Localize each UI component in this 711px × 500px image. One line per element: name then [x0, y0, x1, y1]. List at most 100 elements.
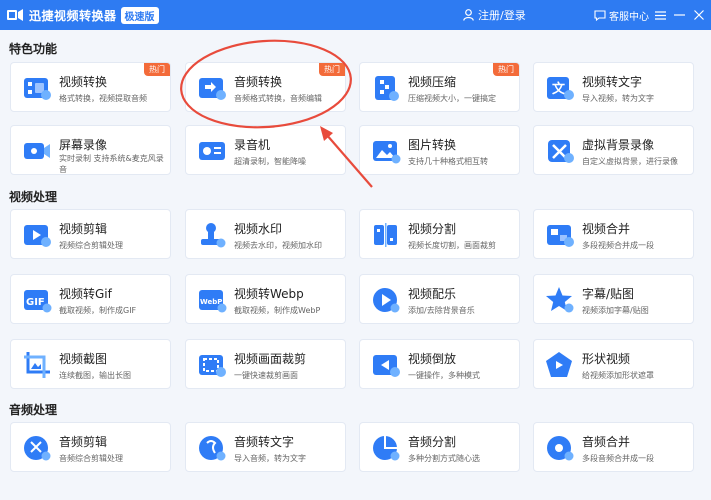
- card-virtual-bg[interactable]: 虚拟背景录像 自定义虚拟背景，进行录像: [533, 125, 694, 175]
- user-icon: [463, 9, 474, 21]
- hot-badge: 热门: [144, 63, 170, 76]
- card-desc: 截取视频，制作成WebP: [234, 306, 321, 315]
- card-desc: 多段视频合并成一段: [582, 241, 654, 250]
- crop-icon: [199, 355, 226, 377]
- card-crop[interactable]: 视频画面裁剪 一键快速裁剪画面: [185, 339, 346, 389]
- section-title-video: 视频处理: [9, 190, 58, 204]
- card-video-compress[interactable]: 视频压缩 压缩视频大小，一键搞定 热门: [359, 62, 520, 112]
- video-convert-icon: [24, 78, 51, 100]
- card-desc: 添加/去除背景音乐: [408, 306, 475, 315]
- card-desc: 格式转换，视频提取音频: [59, 94, 147, 103]
- video-to-text-icon: 文: [547, 77, 574, 100]
- title-bar: 迅捷视频转换器 极速版 注册/登录 客服中心: [0, 0, 711, 30]
- service-center-button[interactable]: 客服中心: [594, 0, 649, 30]
- card-name: 形状视频: [582, 352, 631, 366]
- close-icon: [694, 10, 704, 20]
- card-audio-convert[interactable]: 音频转换 音频格式转换，音频编辑 热门: [185, 62, 346, 112]
- screen-record-icon: [24, 143, 50, 159]
- card-audio-merge[interactable]: 音频合并 多段音频合并成一段: [533, 422, 694, 472]
- card-name: 视频配乐: [408, 287, 457, 301]
- card-video-to-text[interactable]: 文 视频转文字 导入视频，转为文字: [533, 62, 694, 112]
- menu-icon: [654, 10, 666, 20]
- recorder-icon: [199, 142, 225, 160]
- card-name: 视频转Webp: [234, 287, 304, 301]
- card-desc: 音频综合剪辑处理: [59, 454, 123, 463]
- card-video-edit[interactable]: 视频剪辑 视频综合剪辑处理: [10, 209, 171, 259]
- audio-merge-icon: [547, 436, 574, 461]
- card-desc: 音频格式转换，音频编辑: [234, 94, 322, 103]
- card-desc: 视频去水印，视频加水印: [234, 241, 322, 250]
- card-image-convert[interactable]: 图片转换 支持几十种格式相互转: [359, 125, 520, 175]
- card-webp[interactable]: WebP 视频转Webp 截取视频，制作成WebP: [185, 274, 346, 324]
- card-name: 音频转换: [234, 75, 283, 89]
- card-subtitle[interactable]: 字幕/贴图 视频添加字幕/贴图: [533, 274, 694, 324]
- star-icon: [546, 287, 574, 313]
- card-name: 音频剪辑: [59, 435, 108, 449]
- card-video-convert[interactable]: 视频转换 格式转换，视频提取音频 热门: [10, 62, 171, 112]
- card-reverse[interactable]: 视频倒放 一键操作，多种模式: [359, 339, 520, 389]
- card-gif[interactable]: GIF 视频转Gif 截取视频，制作成GIF: [10, 274, 171, 324]
- card-desc: 视频添加字幕/贴图: [582, 306, 649, 315]
- card-name: 视频压缩: [408, 75, 457, 89]
- card-desc: 支持几十种格式相互转: [408, 157, 488, 166]
- login-label: 注册/登录: [478, 9, 526, 22]
- card-name: 视频截图: [59, 352, 108, 366]
- card-audio-to-text[interactable]: 音频转文字 导入音频，转为文字: [185, 422, 346, 472]
- card-desc: 一键操作，多种模式: [408, 371, 480, 380]
- card-desc: 多种分割方式随心选: [408, 454, 480, 463]
- card-desc: 多段音频合并成一段: [582, 454, 654, 463]
- watermark-icon: [201, 223, 226, 248]
- card-screen-record[interactable]: 屏幕录像 实时录制 支持系统&麦克风录音: [10, 125, 171, 175]
- card-desc: 给视频添加形状遮罩: [582, 371, 654, 380]
- reverse-icon: [373, 355, 400, 377]
- card-desc: 视频长度切割，画面裁剪: [408, 241, 496, 250]
- card-desc: 超清录制，智能降噪: [234, 157, 306, 166]
- video-merge-icon: [547, 225, 574, 247]
- svg-text:文: 文: [552, 81, 566, 97]
- edition-badge: 极速版: [120, 6, 159, 24]
- card-name: 虚拟背景录像: [582, 138, 655, 152]
- image-convert-icon: [373, 141, 401, 164]
- virtual-bg-icon: [548, 140, 574, 163]
- card-name: 视频水印: [234, 222, 283, 236]
- card-name: 音频合并: [582, 435, 631, 449]
- section-title-audio: 音频处理: [9, 403, 58, 417]
- audio-to-text-icon: [199, 436, 226, 461]
- login-button[interactable]: 注册/登录: [463, 0, 526, 30]
- hot-badge: 热门: [319, 63, 345, 76]
- audio-edit-icon: [24, 436, 51, 461]
- screenshot-icon: [24, 352, 50, 378]
- card-name: 视频剪辑: [59, 222, 108, 236]
- card-audio-split[interactable]: 音频分割 多种分割方式随心选: [359, 422, 520, 472]
- video-split-icon: [374, 223, 397, 247]
- minimize-button[interactable]: [670, 0, 688, 30]
- chat-icon: [594, 9, 606, 21]
- service-center-label: 客服中心: [609, 11, 649, 23]
- close-button[interactable]: [690, 0, 708, 30]
- app-logo-icon: [7, 8, 23, 22]
- menu-button[interactable]: [651, 0, 669, 30]
- card-music[interactable]: 视频配乐 添加/去除背景音乐: [359, 274, 520, 324]
- card-screenshot[interactable]: 视频截图 连续截图，输出长图: [10, 339, 171, 389]
- card-video-merge[interactable]: 视频合并 多段视频合并成一段: [533, 209, 694, 259]
- card-video-split[interactable]: 视频分割 视频长度切割，画面裁剪: [359, 209, 520, 259]
- card-name: 视频合并: [582, 222, 631, 236]
- video-edit-icon: [24, 225, 51, 247]
- card-desc: 连续截图，输出长图: [59, 371, 131, 380]
- card-desc: 截取视频，制作成GIF: [59, 306, 137, 315]
- card-shape[interactable]: 形状视频 给视频添加形状遮罩: [533, 339, 694, 389]
- music-icon: [373, 288, 400, 313]
- card-recorder[interactable]: 录音机 超清录制，智能降噪: [185, 125, 346, 175]
- card-name: 视频转文字: [582, 75, 643, 89]
- card-desc: 导入视频，转为文字: [582, 94, 654, 103]
- card-name: 视频分割: [408, 222, 457, 236]
- card-name: 视频转Gif: [59, 287, 112, 301]
- card-name: 屏幕录像: [59, 138, 108, 152]
- card-name: 视频画面裁剪: [234, 352, 307, 366]
- app-title: 迅捷视频转换器: [29, 8, 117, 23]
- card-name: 视频转换: [59, 75, 108, 89]
- card-name: 字幕/贴图: [582, 287, 635, 301]
- card-watermark[interactable]: 视频水印 视频去水印，视频加水印: [185, 209, 346, 259]
- hot-badge: 热门: [493, 63, 519, 76]
- card-audio-edit[interactable]: 音频剪辑 音频综合剪辑处理: [10, 422, 171, 472]
